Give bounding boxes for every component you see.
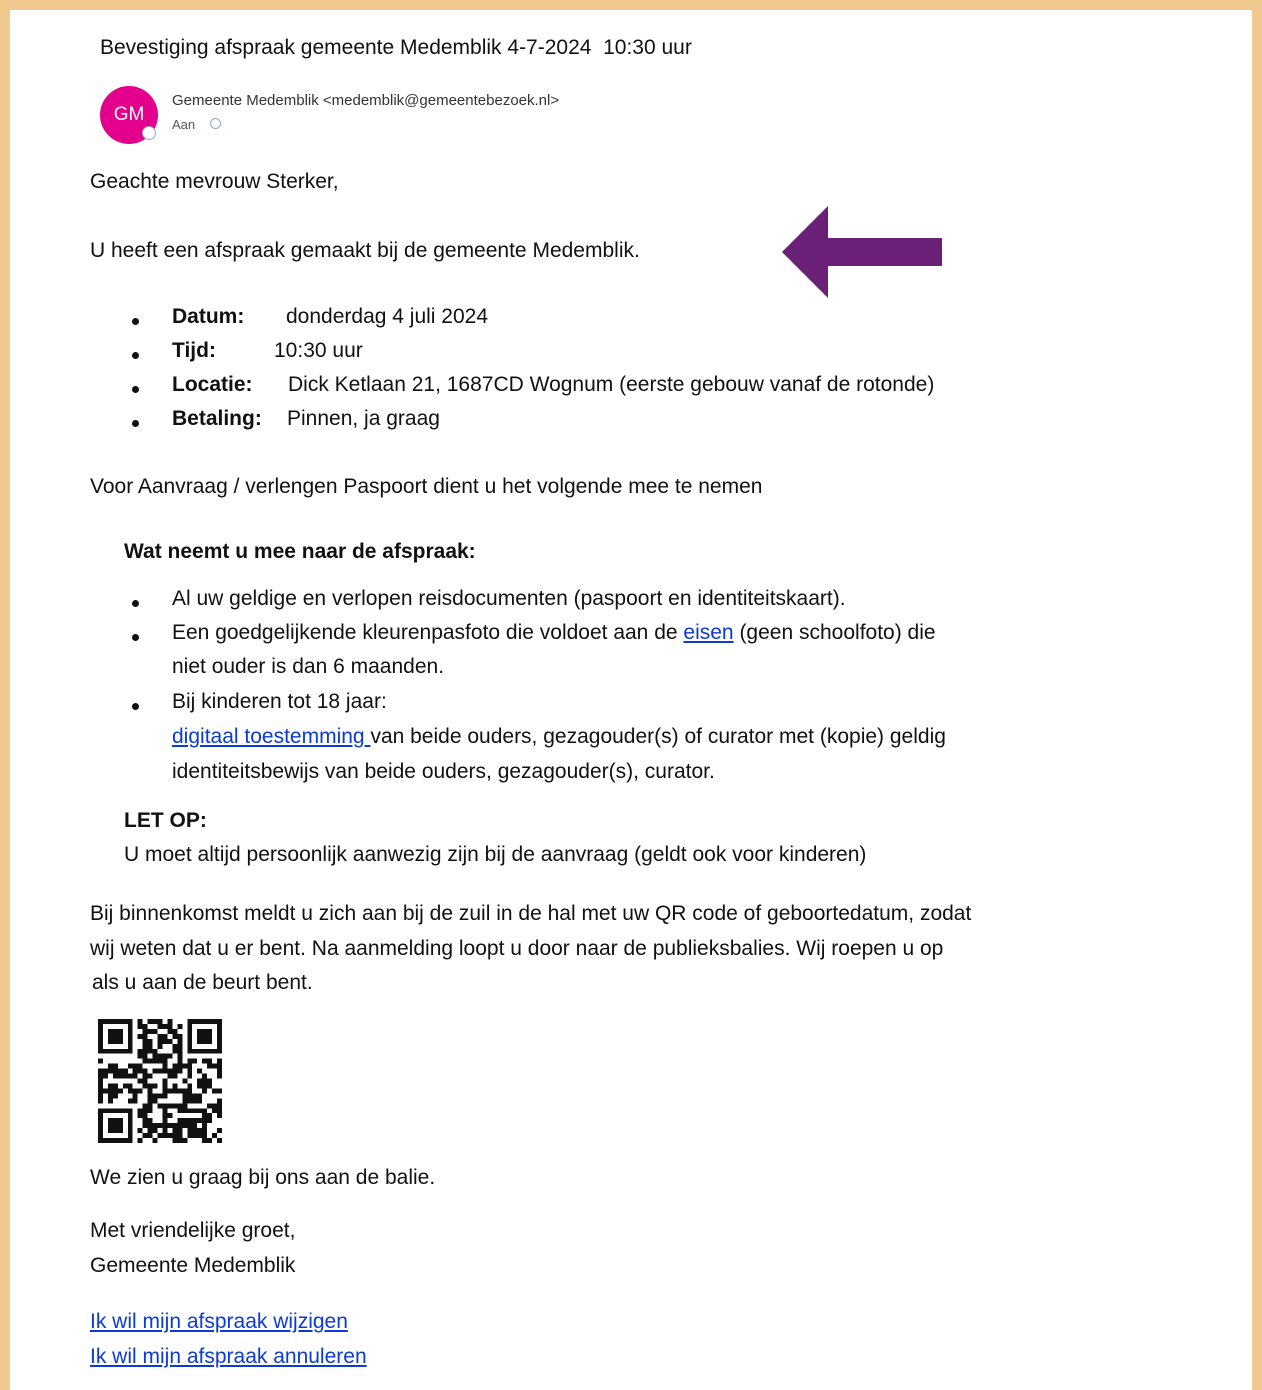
- bring-item-children: Bij kinderen tot 18 jaar:: [172, 690, 387, 713]
- arrival-line-1: Bij binnenkomst meldt u zich aan bij de …: [90, 902, 972, 925]
- detail-value-locatie: Dick Ketlaan 21, 1687CD Wognum (eerste g…: [288, 373, 935, 396]
- change-appointment-link[interactable]: Ik wil mijn afspraak wijzigen: [90, 1305, 348, 1339]
- arrival-line-3: als u aan de beurt bent.: [92, 971, 313, 994]
- detail-label-locatie: Locatie:: [172, 373, 253, 396]
- closing-greeting: Met vriendelijke groet,: [90, 1219, 296, 1242]
- detail-label-betaling: Betaling:: [172, 407, 262, 430]
- cancel-appointment-link[interactable]: Ik wil mijn afspraak annuleren: [90, 1340, 367, 1374]
- detail-value-datum: donderdag 4 juli 2024: [286, 305, 489, 328]
- email-subject: Bevestiging afspraak gemeente Medemblik …: [100, 36, 692, 59]
- closing-signature: Gemeente Medemblik: [90, 1254, 296, 1277]
- detail-value-betaling: Pinnen, ja graag: [287, 407, 440, 430]
- recipient-status-icon[interactable]: [210, 118, 221, 129]
- to-label: Aan: [172, 117, 196, 132]
- bullet-icon: [132, 420, 139, 427]
- consent-text: van beide ouders, gezagouder(s) of curat…: [370, 725, 946, 748]
- presence-status-icon: [142, 126, 156, 140]
- arrival-line-2: wij weten dat u er bent. Na aanmelding l…: [90, 937, 944, 960]
- consent-text-line3: identiteitsbewijs van beide ouders, geza…: [172, 760, 715, 783]
- photo-text: Een goedgelijkende kleurenpasfoto die vo…: [172, 621, 684, 644]
- qr-code-icon: [98, 1019, 222, 1143]
- digitaal-toestemming-link[interactable]: digitaal toestemming: [172, 725, 370, 748]
- bullet-icon: [132, 600, 139, 607]
- bullet-icon: [132, 386, 139, 393]
- detail-label-tijd: Tijd:: [172, 339, 216, 362]
- detail-label-datum: Datum:: [172, 305, 245, 328]
- children-consent: digitaal toestemming van beide ouders, g…: [172, 720, 946, 754]
- bring-item-documents: Al uw geldige en verlopen reisdocumenten…: [172, 587, 846, 610]
- photo-text-line2: niet ouder is dan 6 maanden.: [172, 655, 445, 678]
- passport-intro: Voor Aanvraag / verlengen Paspoort dient…: [90, 475, 763, 498]
- sender-address[interactable]: Gemeente Medemblik <medemblik@gemeentebe…: [172, 92, 559, 109]
- arrow-left-icon: [782, 206, 942, 298]
- letop-heading: LET OP:: [124, 809, 207, 832]
- bullet-icon: [132, 352, 139, 359]
- greeting: Geachte mevrouw Sterker,: [90, 170, 339, 193]
- eisen-link[interactable]: eisen: [683, 621, 733, 644]
- bullet-icon: [132, 703, 139, 710]
- bring-heading: Wat neemt u mee naar de afspraak:: [124, 540, 476, 563]
- bring-item-photo: Een goedgelijkende kleurenpasfoto die vo…: [172, 616, 936, 650]
- detail-value-tijd: 10:30 uur: [274, 339, 363, 362]
- bullet-icon: [132, 318, 139, 325]
- bullet-icon: [132, 634, 139, 641]
- avatar-initials: GM: [113, 104, 145, 125]
- letop-text: U moet altijd persoonlijk aanwezig zijn …: [124, 843, 867, 866]
- intro-text: U heeft een afspraak gemaakt bij de geme…: [90, 239, 640, 262]
- see-you-text: We zien u graag bij ons aan de balie.: [90, 1166, 436, 1189]
- photo-text-post: (geen schoolfoto) die: [733, 621, 936, 644]
